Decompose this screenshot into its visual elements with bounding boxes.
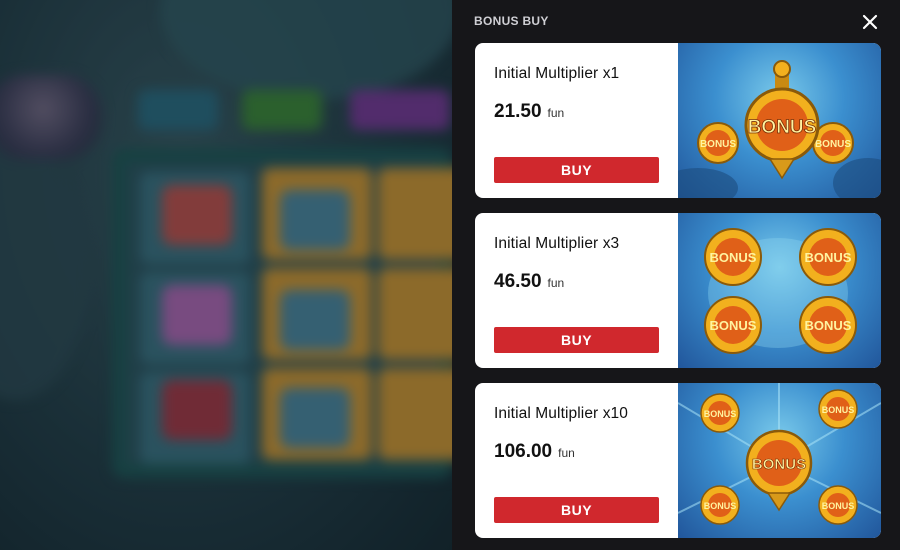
bonus-badge-bottom-left-icon: BONUS — [704, 296, 762, 354]
game-background — [0, 0, 452, 550]
offer-price: 106.00 fun — [494, 441, 575, 463]
bonus-buy-panel: BONUS BUY Initial Multiplier x1 21.50 fu… — [452, 0, 900, 550]
bonus-badge-small-left-icon: BONUS — [697, 122, 739, 164]
offer-name: Initial Multiplier x1 — [494, 65, 620, 82]
svg-text:BONUS: BONUS — [704, 409, 737, 419]
close-button[interactable] — [856, 8, 884, 36]
svg-text:BONUS: BONUS — [752, 456, 806, 473]
bonus-artwork: BONUS BONUS BONUS BONUS — [704, 228, 857, 354]
svg-text:BONUS: BONUS — [822, 501, 855, 511]
bonus-badge-large-icon: BONUS — [744, 60, 820, 180]
bonus-badge-top-left-icon: BONUS — [704, 228, 762, 286]
svg-text:BONUS: BONUS — [815, 139, 851, 150]
price-currency: fun — [558, 446, 575, 460]
offer-name: Initial Multiplier x3 — [494, 235, 620, 252]
buy-button-x3[interactable]: BUY — [494, 327, 659, 353]
bonus-badge-small-icon: BONUS — [700, 485, 740, 525]
svg-text:BONUS: BONUS — [700, 139, 736, 150]
buy-button-x1[interactable]: BUY — [494, 157, 659, 183]
offer-art-x3: BONUS BONUS BONUS BONUS — [678, 213, 881, 368]
price-currency: fun — [547, 276, 565, 290]
bonus-badge-small-icon: BONUS — [818, 389, 858, 429]
offer-card-x10: Initial Multiplier x10 106.00 fun BUY BO… — [475, 383, 881, 538]
offer-name: Initial Multiplier x10 — [494, 405, 629, 422]
svg-text:BONUS: BONUS — [710, 250, 757, 265]
bonus-artwork: BONUS BONUS BONUS BONUS — [678, 383, 881, 525]
bonus-artwork: BONUS BONUS BONUS — [678, 60, 881, 198]
bonus-badge-bottom-right-icon: BONUS — [799, 296, 857, 354]
svg-text:BONUS: BONUS — [822, 405, 855, 415]
price-value: 46.50 — [494, 271, 542, 292]
price-value: 21.50 — [494, 101, 542, 122]
svg-text:BONUS: BONUS — [748, 117, 817, 138]
offer-card-x3: Initial Multiplier x3 46.50 fun BUY BONU… — [475, 213, 881, 368]
price-value: 106.00 — [494, 441, 553, 462]
buy-button-x10[interactable]: BUY — [494, 497, 659, 523]
bonus-badge-small-icon: BONUS — [818, 485, 858, 525]
offer-art-x1: BONUS BONUS BONUS — [678, 43, 881, 198]
offer-art-x10: BONUS BONUS BONUS BONUS BONUS — [678, 383, 881, 538]
bonus-badge-large-icon: BONUS — [745, 429, 813, 512]
offer-card-x1: Initial Multiplier x1 21.50 fun BUY BONU… — [475, 43, 881, 198]
close-icon — [862, 14, 878, 30]
bonus-badge-top-right-icon: BONUS — [799, 228, 857, 286]
offer-price: 21.50 fun — [494, 101, 564, 123]
svg-text:BONUS: BONUS — [805, 250, 852, 265]
offer-price: 46.50 fun — [494, 271, 564, 293]
bonus-badge-small-icon: BONUS — [700, 393, 740, 433]
svg-text:BONUS: BONUS — [704, 501, 737, 511]
svg-text:BONUS: BONUS — [805, 318, 852, 333]
price-currency: fun — [547, 106, 565, 120]
panel-title: BONUS BUY — [474, 14, 549, 28]
svg-text:BONUS: BONUS — [710, 318, 757, 333]
